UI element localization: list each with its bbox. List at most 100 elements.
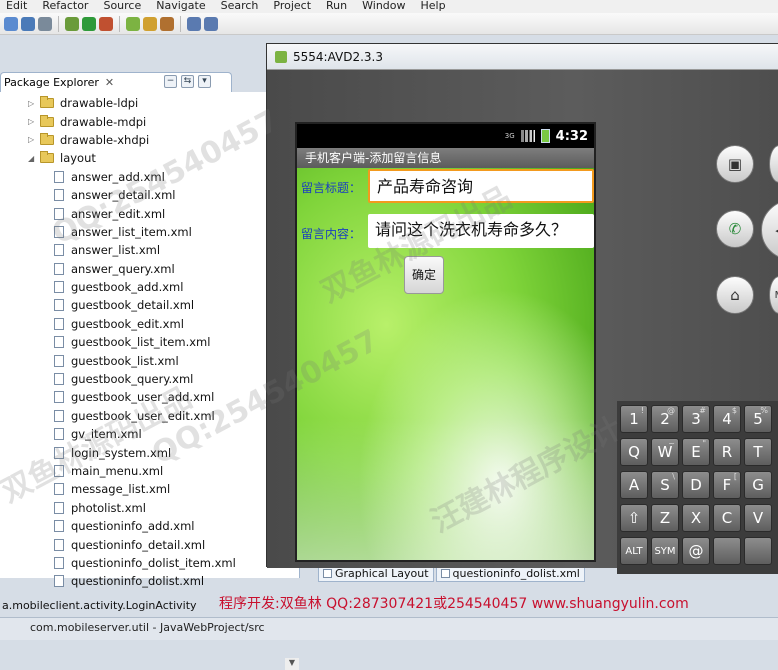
tree-item[interactable]: guestbook_add.xml xyxy=(0,278,300,296)
menu-icon[interactable]: M xyxy=(769,276,778,314)
tree-item[interactable]: guestbook_user_edit.xml xyxy=(0,407,300,425)
key-label: F xyxy=(722,476,732,494)
tree-item[interactable]: guestbook_list_item.xml xyxy=(0,333,300,351)
run-icon[interactable] xyxy=(82,16,96,31)
tree-item[interactable]: guestbook_list.xml xyxy=(0,351,300,369)
key[interactable]: 2 @ xyxy=(651,405,679,433)
close-icon[interactable]: ✕ xyxy=(105,76,114,89)
tree-item[interactable]: answer_edit.xml xyxy=(0,204,300,222)
tree-item[interactable]: ▷ drawable-ldpi xyxy=(0,94,300,112)
expanded-arrow-icon[interactable]: ◢ xyxy=(28,154,38,163)
view-menu-icon[interactable]: ▾ xyxy=(198,75,211,88)
key[interactable]: @ xyxy=(682,537,710,565)
link-editor-icon[interactable]: ⇆ xyxy=(181,75,194,88)
tree-item[interactable]: ▷ drawable-xhdpi xyxy=(0,131,300,149)
key[interactable]: ALT xyxy=(620,537,648,565)
menu-item-project[interactable]: Project xyxy=(273,0,311,13)
dpad-icon[interactable]: ◀ xyxy=(761,200,778,260)
key[interactable]: F[ xyxy=(713,471,741,499)
tree-item[interactable]: guestbook_user_add.xml xyxy=(0,388,300,406)
tree-item[interactable]: answer_list_item.xml xyxy=(0,223,300,241)
menu-item-edit[interactable]: Edit xyxy=(6,0,27,13)
signal-icon xyxy=(520,130,535,142)
external-tools-icon[interactable] xyxy=(99,16,113,31)
xml-file-icon xyxy=(54,281,64,294)
menu-item-search[interactable]: Search xyxy=(221,0,259,13)
folder-icon xyxy=(40,114,54,127)
menu-item-refactor[interactable]: Refactor xyxy=(42,0,88,13)
key[interactable] xyxy=(744,537,772,565)
key[interactable]: E " xyxy=(682,438,710,466)
submit-button[interactable]: 确定 xyxy=(404,256,444,294)
call-icon[interactable]: ✆ xyxy=(716,210,754,248)
tree-item[interactable]: photolist.xml xyxy=(0,499,300,517)
tree-item[interactable]: guestbook_edit.xml xyxy=(0,315,300,333)
key[interactable]: Q xyxy=(620,438,648,466)
back-icon[interactable] xyxy=(187,16,201,31)
key[interactable]: 4 $ xyxy=(713,405,741,433)
content-input[interactable]: 请问这个洗衣机寿命多久？ xyxy=(368,214,594,248)
search-icon[interactable] xyxy=(143,16,157,31)
key-label: Z xyxy=(659,509,671,527)
camera-icon[interactable]: ▣ xyxy=(716,145,754,183)
tree-item[interactable]: questioninfo_detail.xml xyxy=(0,535,300,553)
key[interactable]: 5% xyxy=(744,405,772,433)
tree-item-label: guestbook_list.xml xyxy=(71,353,179,368)
key[interactable]: G xyxy=(744,471,772,499)
tree-item[interactable]: answer_query.xml xyxy=(0,260,300,278)
key[interactable]: 1! xyxy=(620,405,648,433)
menu-item-window[interactable]: Window xyxy=(362,0,405,13)
print-icon[interactable] xyxy=(38,16,52,31)
key[interactable]: 3 # xyxy=(682,405,710,433)
menu-item-help[interactable]: Help xyxy=(421,0,446,13)
emulator-title-bar[interactable]: 5554:AVD2.3.3 xyxy=(267,44,778,70)
key[interactable]: D xyxy=(682,471,710,499)
tree-item[interactable]: answer_add.xml xyxy=(0,168,300,186)
tree-item[interactable]: message_list.xml xyxy=(0,480,300,498)
key[interactable]: V xyxy=(744,504,772,532)
menu-item-navigate[interactable]: Navigate xyxy=(156,0,205,13)
key[interactable]: R xyxy=(713,438,741,466)
key[interactable]: S \ xyxy=(651,471,679,499)
key[interactable]: A xyxy=(620,471,648,499)
key[interactable]: T xyxy=(744,438,772,466)
menu-item-source[interactable]: Source xyxy=(103,0,141,13)
key[interactable] xyxy=(713,537,741,565)
key[interactable]: X xyxy=(682,504,710,532)
key[interactable]: W ~ xyxy=(651,438,679,466)
collapsed-arrow-icon[interactable]: ▷ xyxy=(28,135,38,144)
volume-icon[interactable] xyxy=(769,145,778,183)
key[interactable]: Z xyxy=(651,504,679,532)
collapsed-arrow-icon[interactable]: ▷ xyxy=(28,99,38,108)
xml-file-icon xyxy=(54,244,64,257)
tree-item-label: answer_edit.xml xyxy=(71,206,166,221)
forward-icon[interactable] xyxy=(204,16,218,31)
tree-item[interactable]: answer_detail.xml xyxy=(0,186,300,204)
tree-item[interactable]: questioninfo_dolist.xml xyxy=(0,572,300,590)
title-input[interactable]: 产品寿命咨询 xyxy=(368,169,594,203)
debug-icon[interactable] xyxy=(65,16,79,31)
new-icon[interactable] xyxy=(4,16,18,31)
tree-item[interactable]: questioninfo_add.xml xyxy=(0,517,300,535)
tree-item[interactable]: ▷ drawable-mdpi xyxy=(0,112,300,130)
tree-item[interactable]: questioninfo_dolist_item.xml xyxy=(0,554,300,572)
key[interactable]: ⇧ xyxy=(620,504,648,532)
tree-item[interactable]: login_system.xml xyxy=(0,443,300,461)
android-sdk-icon[interactable] xyxy=(126,16,140,31)
tree-item[interactable]: answer_list.xml xyxy=(0,241,300,259)
tree-item[interactable]: gv_item.xml xyxy=(0,425,300,443)
key[interactable]: SYM xyxy=(651,537,679,565)
tree-item[interactable]: guestbook_detail.xml xyxy=(0,296,300,314)
tree-item-label: drawable-xhdpi xyxy=(60,132,150,147)
menu-item-run[interactable]: Run xyxy=(326,0,347,13)
collapse-all-icon[interactable]: − xyxy=(164,75,177,88)
tree-item[interactable]: guestbook_query.xml xyxy=(0,370,300,388)
save-icon[interactable] xyxy=(21,16,35,31)
key[interactable]: C xyxy=(713,504,741,532)
tree-item[interactable]: main_menu.xml xyxy=(0,462,300,480)
home-icon[interactable]: ⌂ xyxy=(716,276,754,314)
tree-item[interactable]: ◢ layout xyxy=(0,149,300,167)
collapsed-arrow-icon[interactable]: ▷ xyxy=(28,117,38,126)
scroll-down-arrow[interactable]: ▼ xyxy=(285,658,299,670)
open-type-icon[interactable] xyxy=(160,16,174,31)
